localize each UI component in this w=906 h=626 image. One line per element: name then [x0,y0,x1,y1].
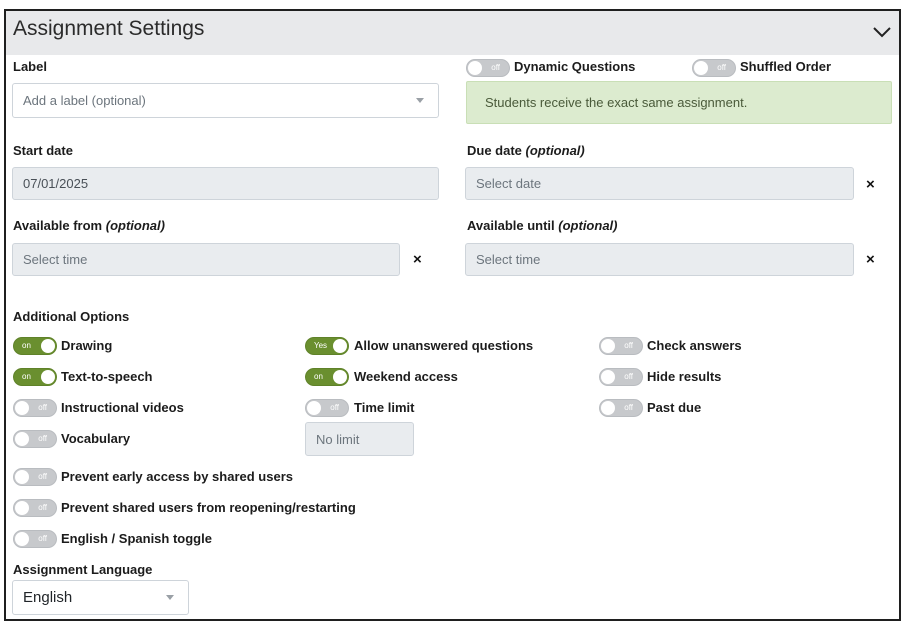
toggle-state-text: off [624,341,633,350]
toggle-knob [15,432,29,446]
dynamic-questions-label: Dynamic Questions [514,59,636,74]
available-from-optional: (optional) [105,218,165,233]
available-until-input[interactable]: Select time [465,243,854,276]
toggle-knob [15,532,29,546]
time-limit-toggle[interactable]: off [305,399,349,417]
start-date-label: Start date [13,143,73,158]
prevent-reopening-toggle[interactable]: off [13,499,57,517]
text-to-speech-label: Text-to-speech [61,369,153,384]
panel-header[interactable]: Assignment Settings [6,11,899,55]
past-due-toggle[interactable]: off [599,399,643,417]
due-date-placeholder: Select date [476,176,542,191]
toggle-state-text: on [22,341,31,350]
instructional-videos-label: Instructional videos [61,400,184,415]
available-from-placeholder: Select time [23,252,88,267]
dynamic-questions-toggle[interactable]: off [466,59,510,77]
label-select[interactable]: Add a label (optional) [12,83,439,118]
due-date-label: Due date (optional) [467,143,585,158]
weekend-access-toggle[interactable]: on [305,368,349,386]
vocabulary-toggle[interactable]: off [13,430,57,448]
available-until-clear-icon[interactable]: × [866,252,875,267]
allow-unanswered-toggle[interactable]: Yes [305,337,349,355]
toggle-state-text: off [38,434,47,443]
hide-results-label: Hide results [647,369,722,384]
toggle-state-text: on [22,372,31,381]
available-from-label: Available from (optional) [13,218,165,233]
assignment-language-select[interactable]: English [12,580,189,615]
available-from-label-text: Available from [13,218,103,233]
check-answers-toggle[interactable]: off [599,337,643,355]
shuffled-order-label: Shuffled Order [740,59,832,74]
toggle-knob [41,339,55,353]
english-spanish-label: English / Spanish toggle [61,531,212,546]
toggle-state-text: off [717,63,726,72]
prevent-reopening-label: Prevent shared users from reopening/rest… [61,500,356,515]
toggle-knob [307,401,321,415]
toggle-state-text: off [38,503,47,512]
info-message: Students receive the exact same assignme… [466,81,892,124]
toggle-knob [601,370,615,384]
toggle-state-text: off [624,403,633,412]
drawing-toggle[interactable]: on [13,337,57,355]
due-date-clear-icon[interactable]: × [866,177,875,192]
toggle-knob [468,61,482,75]
available-from-clear-icon[interactable]: × [413,252,422,267]
due-date-input[interactable]: Select date [465,167,854,200]
due-date-optional: (optional) [525,143,585,158]
toggle-knob [601,339,615,353]
time-limit-placeholder: No limit [316,431,360,447]
check-answers-label: Check answers [647,338,742,353]
additional-options-title: Additional Options [13,309,130,324]
toggle-state-text: on [314,372,323,381]
english-spanish-toggle[interactable]: off [13,530,57,548]
text-to-speech-toggle[interactable]: on [13,368,57,386]
due-date-label-text: Due date [467,143,522,158]
prevent-early-access-toggle[interactable]: off [13,468,57,486]
allow-unanswered-label: Allow unanswered questions [354,338,534,353]
info-message-text: Students receive the exact same assignme… [485,95,748,110]
dropdown-caret-icon [166,595,174,600]
toggle-state-text: off [38,472,47,481]
toggle-state-text: off [624,372,633,381]
toggle-state-text: Yes [314,341,328,350]
available-until-optional: (optional) [558,218,618,233]
label-field-label: Label [13,59,47,74]
label-select-placeholder: Add a label (optional) [23,93,146,108]
available-from-input[interactable]: Select time [12,243,400,276]
start-date-input[interactable]: 07/01/2025 [12,167,439,200]
toggle-state-text: off [38,403,47,412]
panel-title: Assignment Settings [13,17,205,40]
assignment-language-value: English [23,589,73,606]
toggle-knob [15,501,29,515]
weekend-access-label: Weekend access [354,369,458,384]
time-limit-label: Time limit [354,400,415,415]
available-until-placeholder: Select time [476,252,541,267]
chevron-down-icon[interactable] [871,21,893,43]
toggle-knob [15,470,29,484]
available-until-label-text: Available until [467,218,555,233]
available-until-label: Available until (optional) [467,218,618,233]
toggle-state-text: off [491,63,500,72]
toggle-knob [694,61,708,75]
dropdown-caret-icon [416,98,424,103]
shuffled-order-toggle[interactable]: off [692,59,736,77]
start-date-value: 07/01/2025 [23,176,89,191]
toggle-knob [15,401,29,415]
toggle-knob [333,339,347,353]
past-due-label: Past due [647,400,702,415]
toggle-knob [41,370,55,384]
vocabulary-label: Vocabulary [61,431,131,446]
assignment-language-label: Assignment Language [13,562,153,577]
drawing-label: Drawing [61,338,113,353]
prevent-early-access-label: Prevent early access by shared users [61,469,293,484]
toggle-knob [601,401,615,415]
time-limit-input[interactable]: No limit [305,422,414,456]
toggle-knob [333,370,347,384]
instructional-videos-toggle[interactable]: off [13,399,57,417]
hide-results-toggle[interactable]: off [599,368,643,386]
toggle-state-text: off [330,403,339,412]
toggle-state-text: off [38,534,47,543]
